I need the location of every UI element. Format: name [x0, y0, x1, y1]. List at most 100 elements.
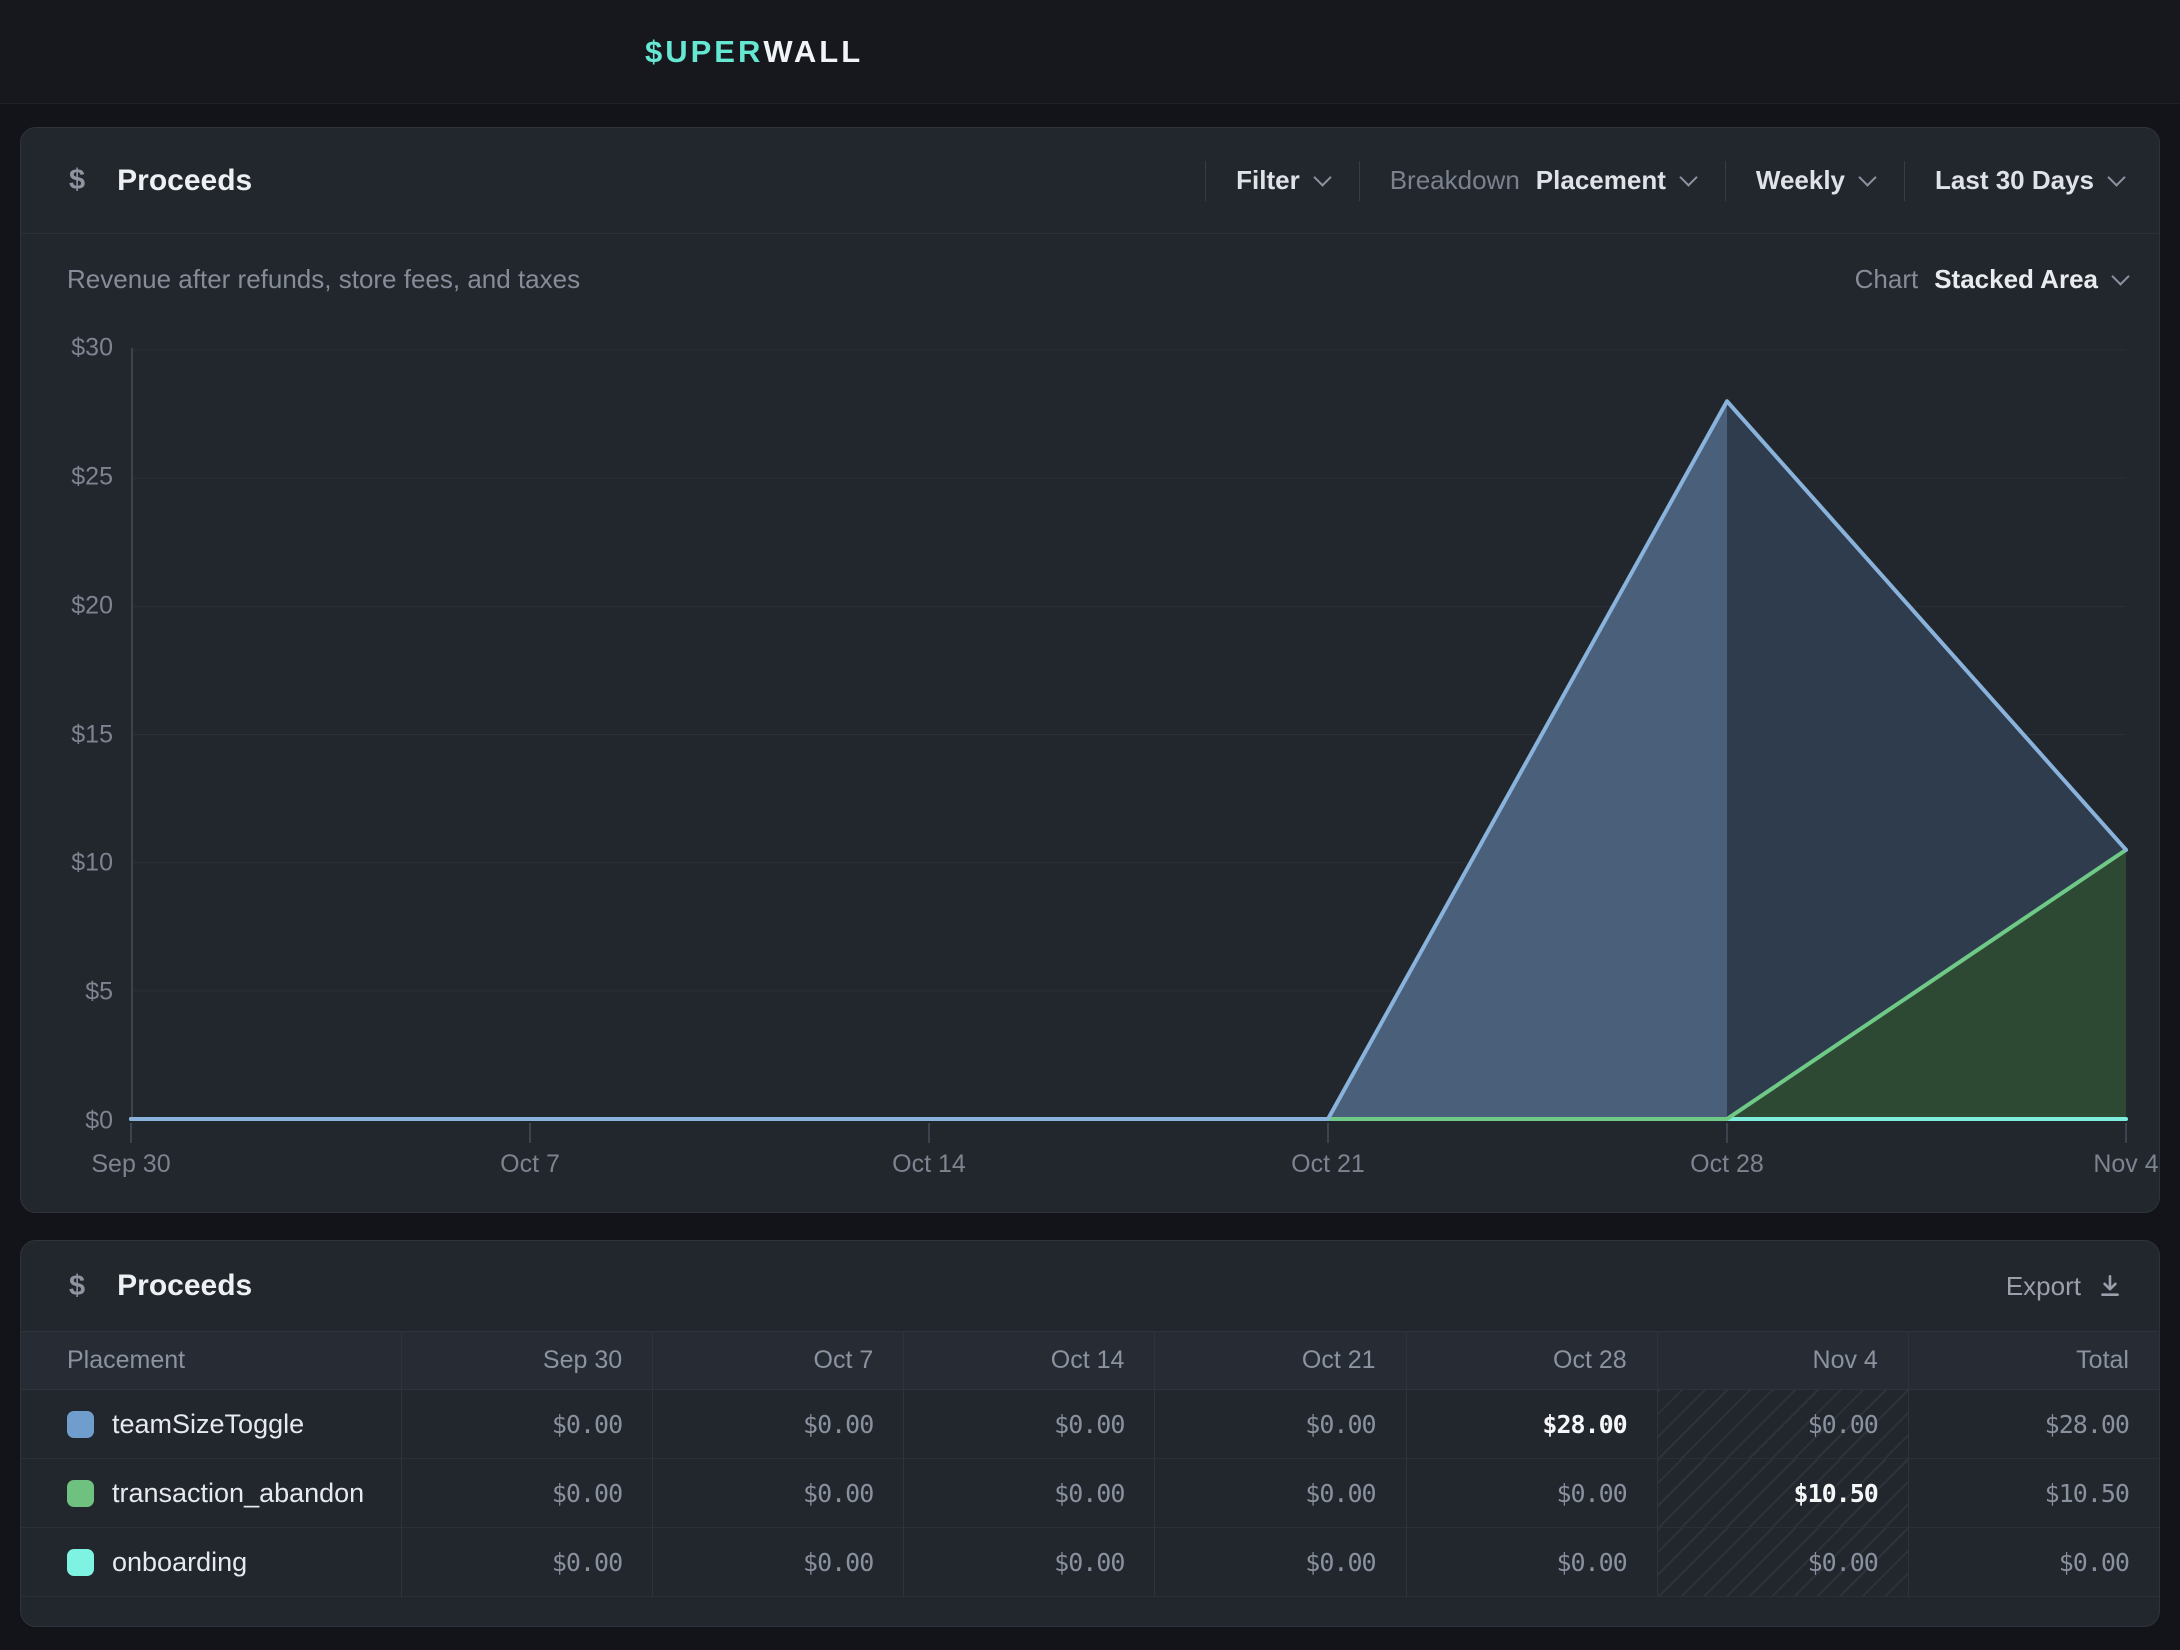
cell-value: $0.00	[1305, 1548, 1375, 1577]
table-cell-total: $28.00	[1908, 1390, 2159, 1459]
row-label-cell: onboarding	[21, 1528, 401, 1597]
chevron-down-icon	[2107, 168, 2125, 186]
chevron-down-icon	[1313, 168, 1331, 186]
table-panel-header: $ Proceeds Export	[21, 1241, 2159, 1331]
table-cell: $0.00	[652, 1390, 903, 1459]
table-cell-partial-week: $10.50	[1657, 1459, 1908, 1528]
y-axis-labels: $30 $25 $20 $15 $10 $5 $0	[41, 348, 113, 1121]
x-tick-label: Oct 28	[1690, 1150, 1764, 1179]
cell-value: $0.00	[1808, 1410, 1878, 1439]
chart-type-dropdown[interactable]: Chart Stacked Area	[1855, 264, 2127, 295]
interval-dropdown[interactable]: Weekly	[1756, 165, 1874, 196]
cell-value: $10.50	[1794, 1479, 1878, 1508]
cell-value: $0.00	[803, 1410, 873, 1439]
table-cell: $0.00	[903, 1459, 1154, 1528]
series-swatch	[67, 1411, 94, 1438]
cell-value: $0.00	[552, 1410, 622, 1439]
interval-value: Weekly	[1756, 165, 1845, 196]
chart-subheader: Revenue after refunds, store fees, and t…	[21, 234, 2159, 295]
x-tick-label: Sep 30	[91, 1150, 170, 1179]
cell-value: $0.00	[1305, 1410, 1375, 1439]
table-cell: $0.00	[1406, 1528, 1657, 1597]
proceeds-table: Placement Sep 30 Oct 7 Oct 14 Oct 21 Oct…	[21, 1331, 2159, 1597]
table-cell: $0.00	[401, 1528, 652, 1597]
logo-primary: $UPER	[645, 34, 763, 70]
chevron-down-icon	[1679, 168, 1697, 186]
x-axis-ticks	[131, 1121, 2126, 1145]
column-header[interactable]: Oct 21	[1154, 1331, 1405, 1390]
column-header[interactable]: Total	[1908, 1331, 2159, 1390]
column-header[interactable]: Oct 14	[903, 1331, 1154, 1390]
table-cell: $0.00	[652, 1459, 903, 1528]
x-tick-label: Oct 7	[500, 1150, 560, 1179]
proceeds-chart-panel: $ Proceeds Filter Breakdown Placement We…	[20, 127, 2160, 1213]
divider	[1725, 161, 1726, 201]
date-range-dropdown[interactable]: Last 30 Days	[1935, 165, 2123, 196]
column-header-placement[interactable]: Placement	[21, 1331, 401, 1390]
row-label-cell: transaction_abandon	[21, 1459, 401, 1528]
filter-dropdown[interactable]: Filter	[1236, 165, 1329, 196]
cell-value: $28.00	[2045, 1410, 2129, 1439]
y-tick-label: $0	[85, 1107, 113, 1136]
breakdown-label: Breakdown	[1390, 165, 1520, 196]
row-label-cell: teamSizeToggle	[21, 1390, 401, 1459]
cell-value: $0.00	[1054, 1548, 1124, 1577]
cell-value: $0.00	[1556, 1548, 1626, 1577]
column-header[interactable]: Sep 30	[401, 1331, 652, 1390]
download-icon	[2097, 1273, 2123, 1299]
date-range-value: Last 30 Days	[1935, 165, 2094, 196]
column-header[interactable]: Nov 4	[1657, 1331, 1908, 1390]
cell-value: $0.00	[1054, 1479, 1124, 1508]
breakdown-dropdown[interactable]: Breakdown Placement	[1390, 165, 1695, 196]
table-cell: $0.00	[1154, 1459, 1405, 1528]
stacked-area-plot[interactable]	[131, 348, 2126, 1121]
y-tick-label: $15	[71, 720, 113, 749]
series-swatch	[67, 1549, 94, 1576]
chart-subtitle: Revenue after refunds, store fees, and t…	[67, 264, 580, 295]
divider	[1205, 161, 1206, 201]
table-cell-partial-week: $0.00	[1657, 1528, 1908, 1597]
stacked-area-chart	[131, 348, 2126, 1121]
table-cell-total: $0.00	[1908, 1528, 2159, 1597]
top-bar: $UPERWALL	[0, 0, 2180, 104]
x-tick-label: Oct 21	[1291, 1150, 1365, 1179]
table-cell: $0.00	[1154, 1390, 1405, 1459]
y-tick-label: $20	[71, 591, 113, 620]
placement-name: teamSizeToggle	[112, 1409, 304, 1440]
x-axis-labels: Sep 30 Oct 7 Oct 14 Oct 21 Oct 28 Nov 4	[131, 1150, 2126, 1184]
export-button[interactable]: Export	[2006, 1271, 2123, 1302]
divider	[1904, 161, 1905, 201]
divider	[1359, 161, 1360, 201]
y-tick-label: $25	[71, 462, 113, 491]
table-title: Proceeds	[117, 1269, 252, 1303]
table-cell: $0.00	[652, 1528, 903, 1597]
table-cell: $0.00	[1406, 1459, 1657, 1528]
cell-value: $0.00	[1808, 1548, 1878, 1577]
cell-value: $0.00	[552, 1548, 622, 1577]
column-header[interactable]: Oct 28	[1406, 1331, 1657, 1390]
cell-value: $0.00	[1305, 1479, 1375, 1508]
table-cell-partial-week: $0.00	[1657, 1390, 1908, 1459]
cell-value: $0.00	[803, 1548, 873, 1577]
series-swatch	[67, 1480, 94, 1507]
table-cell: $0.00	[903, 1528, 1154, 1597]
cell-value: $0.00	[1556, 1479, 1626, 1508]
proceeds-table-panel: $ Proceeds Export Placement Sep 30 Oct 7…	[20, 1240, 2160, 1627]
placement-name: onboarding	[112, 1547, 247, 1578]
placement-name: transaction_abandon	[112, 1478, 364, 1509]
column-header[interactable]: Oct 7	[652, 1331, 903, 1390]
chart-panel-header: $ Proceeds Filter Breakdown Placement We…	[21, 128, 2159, 234]
table-cell: $28.00	[1406, 1390, 1657, 1459]
table-cell: $0.00	[401, 1390, 652, 1459]
dollar-icon: $	[69, 164, 85, 197]
breakdown-value: Placement	[1536, 165, 1666, 196]
dollar-icon: $	[69, 1270, 85, 1303]
superwall-logo[interactable]: $UPERWALL	[645, 0, 863, 103]
cell-value: $28.00	[1542, 1410, 1626, 1439]
x-tick-label: Nov 4	[2093, 1150, 2158, 1179]
cell-value: $10.50	[2045, 1479, 2129, 1508]
table-cell: $0.00	[1154, 1528, 1405, 1597]
table-cell: $0.00	[401, 1459, 652, 1528]
chart-controls: Filter Breakdown Placement Weekly Last 3…	[1175, 161, 2123, 201]
y-tick-label: $30	[71, 334, 113, 363]
